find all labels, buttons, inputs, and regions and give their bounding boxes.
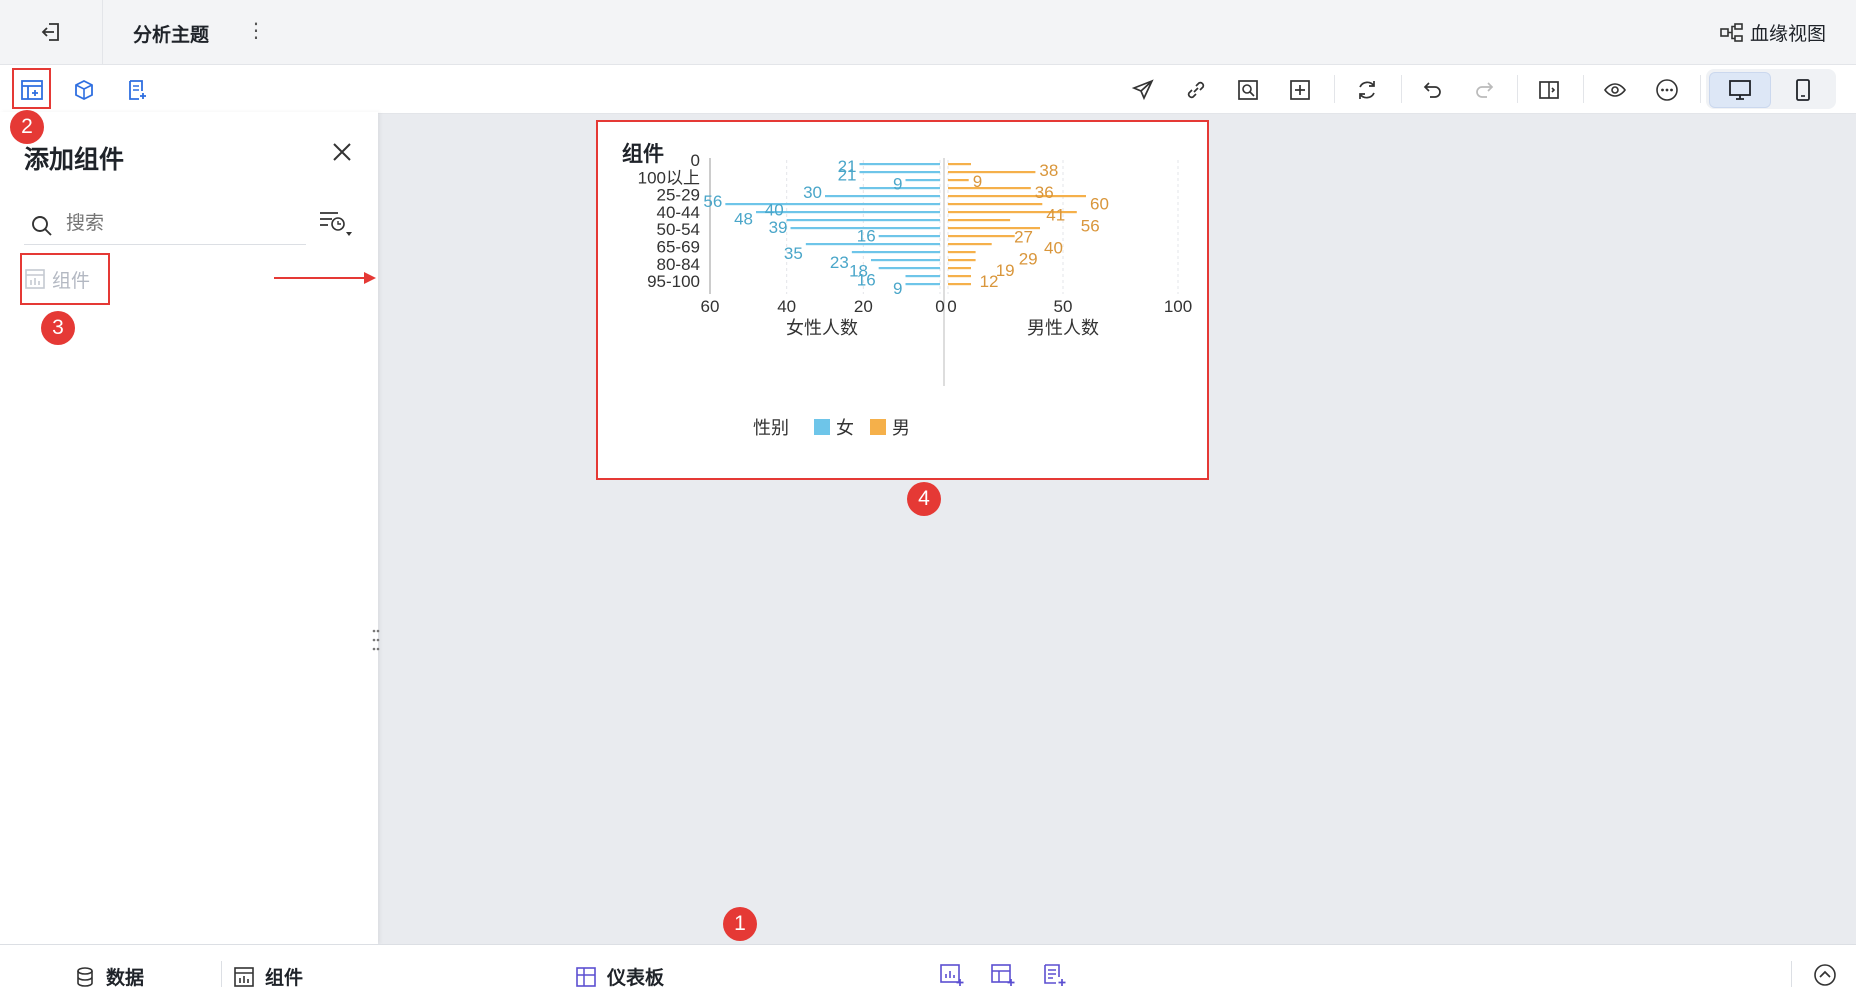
search-icon (32, 216, 52, 236)
header-divider (102, 0, 103, 64)
tab-data[interactable]: 数据 (74, 963, 144, 990)
lineage-icon (1720, 22, 1743, 42)
eye-icon[interactable] (1602, 77, 1628, 103)
close-icon[interactable] (330, 140, 354, 164)
title-more-icon[interactable]: ⋮ (246, 18, 266, 43)
tab-data-label: 数据 (106, 968, 145, 989)
panel-resize-handle[interactable] (372, 628, 380, 652)
tab-dashboard[interactable]: 仪表板 (575, 963, 664, 990)
mobile-icon[interactable] (1790, 77, 1816, 103)
step-badge-2: 2 (10, 110, 44, 144)
highlight-add-component (12, 68, 51, 109)
highlight-chart-card (596, 120, 1209, 480)
step-badge-1: 1 (723, 907, 757, 941)
image-search-icon[interactable] (1235, 77, 1261, 103)
bottom-tab-bar: 数据 组件 仪表板 (0, 944, 1856, 1007)
add-report-page-icon[interactable] (1041, 962, 1067, 988)
highlight-component-item (20, 253, 110, 305)
send-icon[interactable] (1130, 77, 1156, 103)
step-badge-3: 3 (41, 311, 75, 345)
search-box (24, 204, 306, 245)
tab-component[interactable]: 组件 (233, 963, 303, 990)
toolbar (0, 65, 1856, 114)
top-header: 分析主题 ⋮ 血缘视图 (0, 0, 1856, 65)
grid-icon[interactable] (1287, 77, 1313, 103)
switch-view-icon[interactable] (1536, 77, 1562, 103)
database-icon (77, 966, 93, 987)
add-report-icon[interactable] (124, 77, 150, 103)
page-title: 分析主题 (133, 25, 210, 46)
panel-title: 添加组件 (24, 146, 125, 174)
dashboard-icon (576, 966, 596, 987)
tab-component-label: 组件 (265, 968, 304, 989)
device-toggle-group (1706, 69, 1836, 109)
chart-component-icon (234, 966, 254, 987)
link-icon[interactable] (1183, 77, 1209, 103)
refresh-icon[interactable] (1354, 77, 1380, 103)
lineage-view-button[interactable]: 血缘视图 (1720, 19, 1826, 46)
add-chart-component-icon[interactable] (939, 962, 965, 988)
tab-dashboard-label: 仪表板 (607, 968, 665, 989)
more-icon[interactable] (1654, 77, 1680, 103)
lineage-label: 血缘视图 (1749, 24, 1826, 45)
undo-icon[interactable] (1420, 77, 1446, 103)
add-model-icon[interactable] (71, 77, 97, 103)
add-component-panel: 添加组件 组件 (0, 112, 380, 944)
annotation-arrow (274, 272, 376, 284)
collapse-up-icon[interactable] (1812, 962, 1838, 988)
add-dashboard-icon[interactable] (990, 962, 1016, 988)
exit-icon[interactable] (38, 18, 66, 46)
desktop-icon[interactable] (1709, 72, 1771, 108)
redo-icon[interactable] (1471, 77, 1497, 103)
search-input[interactable] (64, 212, 298, 236)
step-badge-4: 4 (907, 482, 941, 516)
filter-history-icon[interactable] (318, 208, 354, 238)
